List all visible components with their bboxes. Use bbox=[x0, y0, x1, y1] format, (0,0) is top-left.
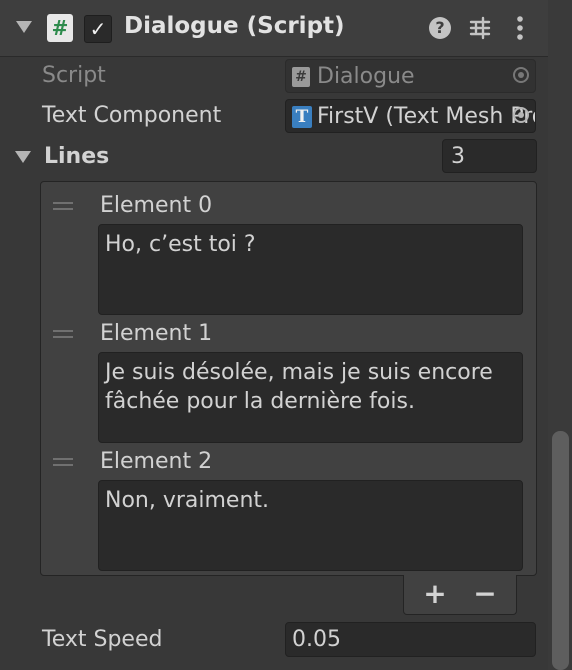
text-component-field[interactable]: T FirstV (Text Mesh Pro UGUI) bbox=[285, 99, 536, 133]
foldout-arrow-icon[interactable] bbox=[16, 21, 32, 33]
text-speed-label: Text Speed bbox=[42, 627, 163, 652]
lines-label[interactable]: Lines bbox=[44, 144, 109, 169]
text-component-label: Text Component bbox=[42, 103, 222, 128]
text-speed-input[interactable]: 0.05 bbox=[285, 622, 536, 657]
element-label: Element 1 bbox=[100, 321, 213, 346]
drag-handle-icon[interactable] bbox=[53, 458, 73, 468]
script-icon: # bbox=[47, 14, 73, 42]
element-text-area[interactable]: Non, vraiment. bbox=[98, 480, 523, 571]
presets-icon[interactable] bbox=[468, 16, 492, 40]
component-title: Dialogue (Script) bbox=[124, 13, 345, 39]
text-mesh-icon: T bbox=[292, 106, 312, 128]
script-file-icon: # bbox=[292, 67, 310, 87]
drag-handle-icon[interactable] bbox=[53, 202, 73, 212]
element-text-area[interactable]: Je suis désolée, mais je suis encore fâc… bbox=[98, 352, 523, 443]
drag-handle-icon[interactable] bbox=[53, 330, 73, 340]
lines-size-value: 3 bbox=[451, 144, 465, 169]
script-field-value: Dialogue bbox=[317, 64, 415, 89]
element-label: Element 2 bbox=[100, 449, 213, 474]
lines-foldout-icon[interactable] bbox=[15, 151, 31, 163]
text-speed-value: 0.05 bbox=[292, 627, 341, 652]
element-label: Element 0 bbox=[100, 193, 213, 218]
enable-checkbox[interactable]: ✓ bbox=[84, 15, 112, 43]
lines-size-input[interactable]: 3 bbox=[442, 139, 537, 173]
object-picker-icon[interactable] bbox=[513, 107, 529, 123]
list-footer: + − bbox=[403, 575, 517, 615]
component-header: # ✓ Dialogue (Script) ? bbox=[0, 0, 548, 57]
remove-element-button[interactable]: − bbox=[468, 579, 502, 609]
object-picker-icon bbox=[513, 67, 529, 83]
element-text-area[interactable]: Ho, c’est toi ? bbox=[98, 224, 523, 315]
help-icon[interactable]: ? bbox=[429, 17, 451, 39]
scrollbar-thumb[interactable] bbox=[552, 431, 569, 670]
script-label: Script bbox=[42, 63, 106, 88]
text-component-value: FirstV (Text Mesh Pro UGUI) bbox=[317, 104, 535, 129]
more-icon[interactable] bbox=[508, 14, 532, 42]
script-field: # Dialogue bbox=[285, 59, 536, 93]
add-element-button[interactable]: + bbox=[418, 579, 452, 609]
